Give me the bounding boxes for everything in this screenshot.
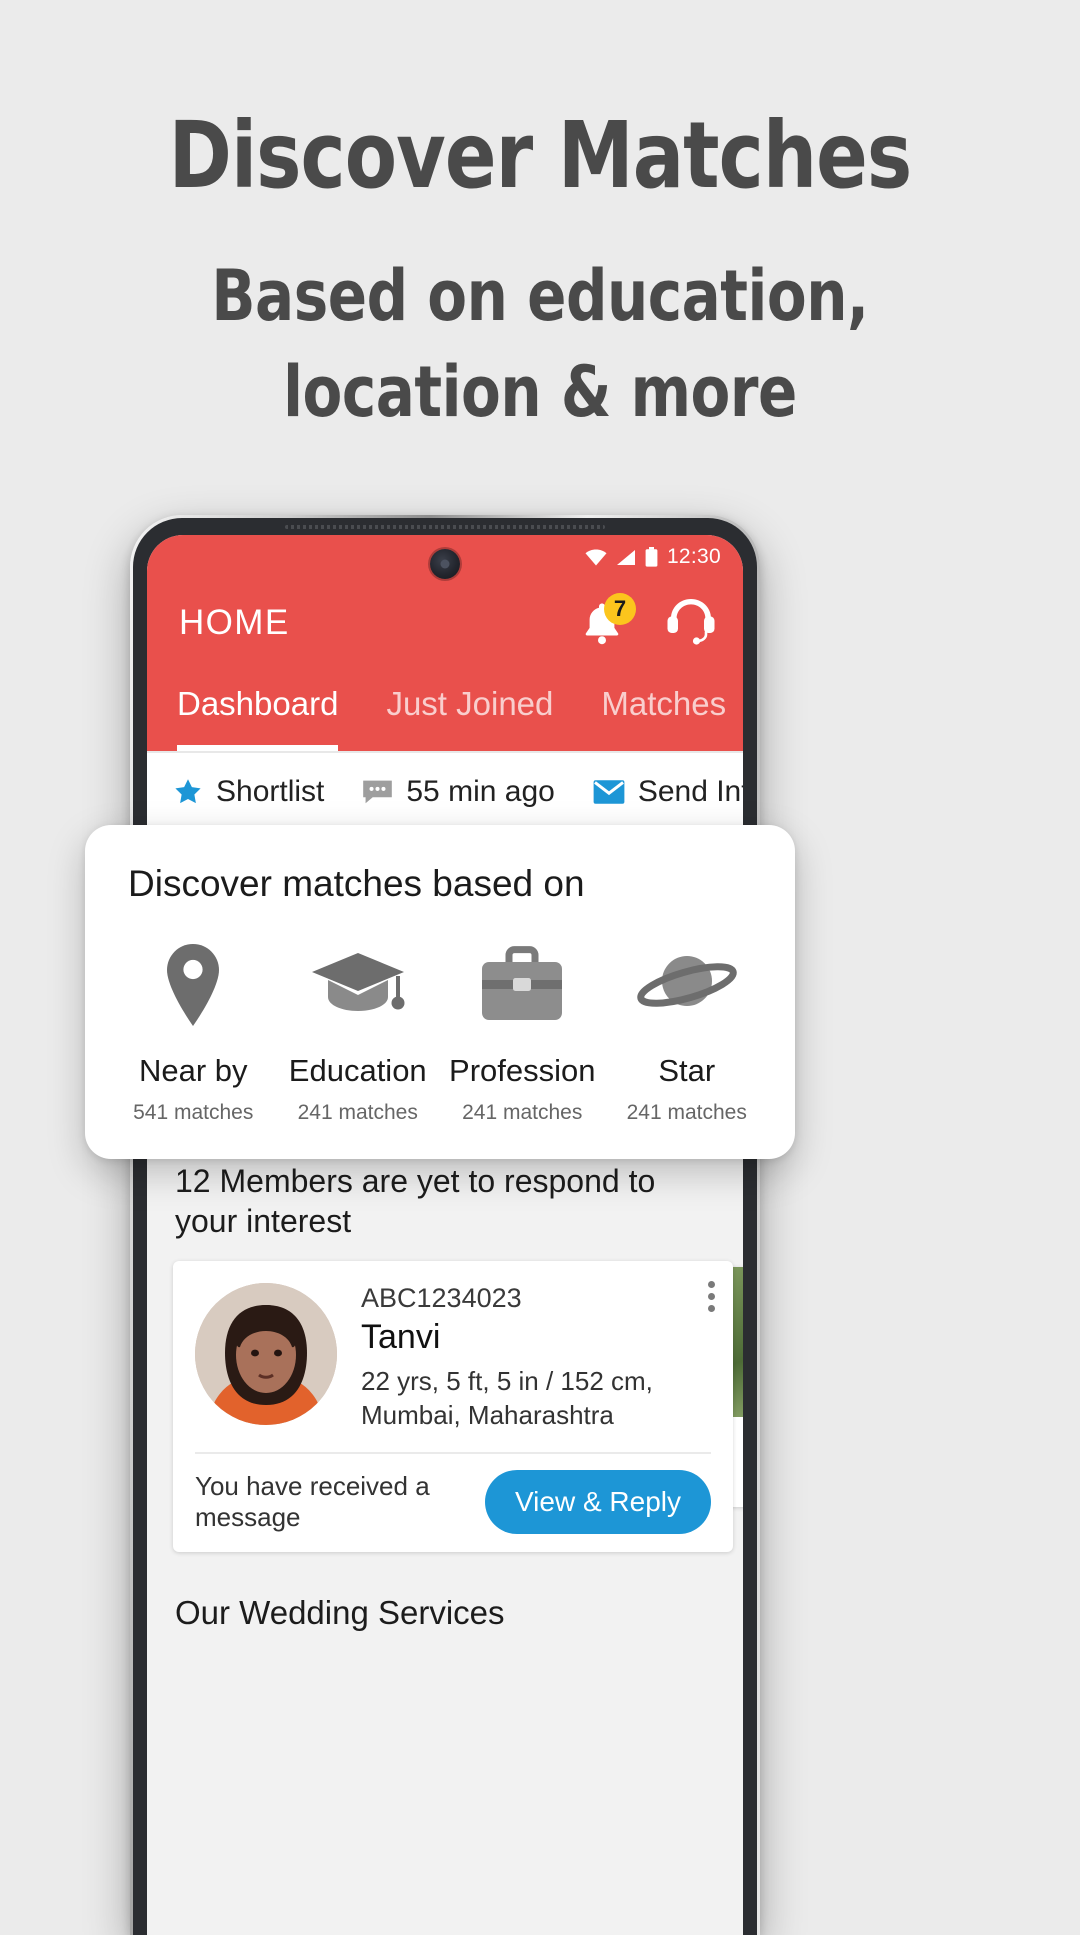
discover-matches-card: Discover matches based on Near by 541 ma… xyxy=(85,825,795,1159)
shortlist-action[interactable]: Shortlist xyxy=(173,775,324,809)
promo-headline-block: Discover Matches Based on education, loc… xyxy=(0,108,1080,440)
discover-item-star-label: Star xyxy=(658,1053,716,1088)
status-bar: 12:30 xyxy=(147,535,743,579)
discover-item-education-label: Education xyxy=(288,1053,427,1088)
phone-mockup: 12:30 HOME 7 Dashboard Just Joined Match… xyxy=(130,515,760,1935)
discover-item-profession[interactable]: Profession 241 matches xyxy=(440,939,605,1125)
tab-just-joined[interactable]: Just Joined xyxy=(386,667,577,751)
page-title: Discover Matches xyxy=(168,102,913,209)
app-bar-title: HOME xyxy=(179,603,290,642)
battery-icon xyxy=(645,547,658,567)
discover-item-education[interactable]: Education 241 matches xyxy=(276,939,441,1125)
profile-info: ABC1234023 Tanvi 22 yrs, 5 ft, 5 in / 15… xyxy=(361,1283,653,1432)
send-interest-action[interactable]: Send Interest xyxy=(593,775,743,809)
notification-count-badge: 7 xyxy=(604,593,636,625)
discover-item-profession-label: Profession xyxy=(449,1053,596,1088)
location-pin-icon xyxy=(111,939,276,1031)
profile-details-line-2: Mumbai, Maharashtra xyxy=(361,1400,614,1430)
star-planet-icon xyxy=(605,939,770,1031)
kebab-menu-icon[interactable] xyxy=(707,1281,715,1312)
discover-item-near-by-label: Near by xyxy=(138,1053,248,1088)
view-and-reply-button[interactable]: View & Reply xyxy=(484,1470,711,1534)
tab-matches[interactable]: Matches xyxy=(601,667,743,751)
avatar xyxy=(195,1283,337,1425)
chat-icon xyxy=(363,780,393,803)
discover-item-star[interactable]: Star 241 matches xyxy=(605,939,770,1125)
notifications-button[interactable]: 7 xyxy=(581,593,636,646)
phone-bezel: 12:30 HOME 7 Dashboard Just Joined Match… xyxy=(133,518,757,1935)
profile-card-top: ABC1234023 Tanvi 22 yrs, 5 ft, 5 in / 15… xyxy=(195,1283,711,1432)
last-seen-label: 55 min ago xyxy=(406,775,555,808)
briefcase-icon xyxy=(440,939,605,1031)
profile-name: Tanvi xyxy=(361,1318,441,1356)
send-interest-label: Send Interest xyxy=(637,775,743,808)
discover-item-star-count: 241 matches xyxy=(626,1101,747,1124)
front-camera-punch-hole xyxy=(430,549,460,579)
profile-card-footer: You have received a message View & Reply xyxy=(195,1452,711,1552)
status-bar-time: 12:30 xyxy=(666,545,721,568)
promo-subheadline-line-2: location & more xyxy=(283,351,797,433)
profile-action-row: Shortlist 55 min ago Send In xyxy=(147,751,743,835)
star-icon xyxy=(175,779,201,804)
tab-matches-label: Matches xyxy=(601,685,727,722)
envelope-icon xyxy=(593,780,625,804)
discover-item-near-by-count: 541 matches xyxy=(133,1101,254,1124)
shortlist-label: Shortlist xyxy=(216,775,325,808)
profile-card[interactable]: ABC1234023 Tanvi 22 yrs, 5 ft, 5 in / 15… xyxy=(173,1261,733,1552)
headset-icon xyxy=(667,598,715,645)
wifi-icon xyxy=(585,549,607,566)
wedding-services-title: Our Wedding Services xyxy=(175,1594,505,1631)
tab-bar[interactable]: Dashboard Just Joined Matches Premium xyxy=(147,667,743,751)
app-bar-actions: 7 xyxy=(581,593,717,650)
app-bar: HOME 7 xyxy=(147,579,743,667)
discover-item-near-by[interactable]: Near by 541 matches xyxy=(111,939,276,1125)
profile-message-text: You have received a message xyxy=(195,1471,430,1532)
respond-card-area: ABC1234023 Tanvi 22 yrs, 5 ft, 5 in / 15… xyxy=(147,1261,743,1552)
discover-category-grid: Near by 541 matches Education 241 matche… xyxy=(111,939,769,1125)
promo-subheadline: Based on education, location & more xyxy=(43,248,1037,440)
support-button[interactable] xyxy=(665,597,717,650)
discover-card-title: Discover matches based on xyxy=(128,863,585,904)
profile-details-line-1: 22 yrs, 5 ft, 5 in / 152 cm, xyxy=(361,1366,653,1396)
last-seen-action[interactable]: 55 min ago xyxy=(362,775,555,809)
tab-dashboard[interactable]: Dashboard xyxy=(177,667,362,751)
profile-id: ABC1234023 xyxy=(361,1283,522,1313)
tab-dashboard-label: Dashboard xyxy=(177,685,339,722)
graduation-cap-icon xyxy=(276,939,441,1031)
profile-details: 22 yrs, 5 ft, 5 in / 152 cm, Mumbai, Mah… xyxy=(361,1364,653,1432)
promo-subheadline-line-1: Based on education, xyxy=(211,255,869,337)
earpiece-speaker xyxy=(285,525,605,529)
phone-screen: 12:30 HOME 7 Dashboard Just Joined Match… xyxy=(147,535,743,1935)
signal-icon xyxy=(616,549,636,566)
discover-item-profession-count: 241 matches xyxy=(462,1101,583,1124)
discover-item-education-count: 241 matches xyxy=(297,1101,418,1124)
tab-just-joined-label: Just Joined xyxy=(386,685,554,722)
